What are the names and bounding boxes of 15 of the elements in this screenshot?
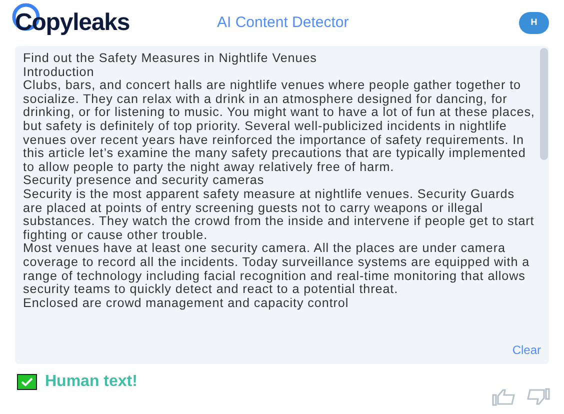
user-avatar[interactable]: H (519, 12, 549, 34)
thumbs-up-icon[interactable] (492, 388, 516, 406)
thumbs-down-icon[interactable] (526, 388, 550, 406)
text-paragraph: Clubs, bars, and concert halls are nightlife venues where people gather together to socialize. They can relax with a drink in an atmosphere designed for dancing, for drinking, or for listening to music. You might want to have a lot of fun at these places, but safety is definitely of top priority. Several well-publicized incidents in nightlife venues over recent years have reinforced the importance of safety requirements. In this article let’s examine the many safety precautions that are typically implemented to allow people to party the night away relatively free of harm. (23, 79, 536, 174)
clear-button[interactable]: Clear (512, 341, 541, 359)
text-paragraph: Security is the most apparent safety measure at nightlife venues. Security Guards are placed at points of entry screening guests not to carry weapons or illegal substances. They watch the crowd from the inside and intervene if people get to start fighting or cause other trouble. (23, 188, 536, 242)
app-title: AI Content Detector (217, 12, 349, 33)
text-paragraph: Security presence and security cameras (23, 174, 264, 188)
text-paragraph: Most venues have at least one security camera. All the places are under camera coverage to record all the incidents. Today surveillance systems are equipped with a range of technology including facial recognition and real-time monitoring that allows security teams to quickly detect and react to a potential threat. (23, 242, 531, 297)
text-paragraph: Enclosed are crowd management and capacity control (23, 296, 349, 310)
result-label: Human text! (45, 372, 138, 392)
check-icon (17, 374, 37, 390)
text-paragraph: Find out the Safety Measures in Nightlife Venues (23, 52, 318, 66)
text-paragraph: Introduction (23, 66, 96, 80)
scrollbar-thumb[interactable] (540, 48, 548, 160)
